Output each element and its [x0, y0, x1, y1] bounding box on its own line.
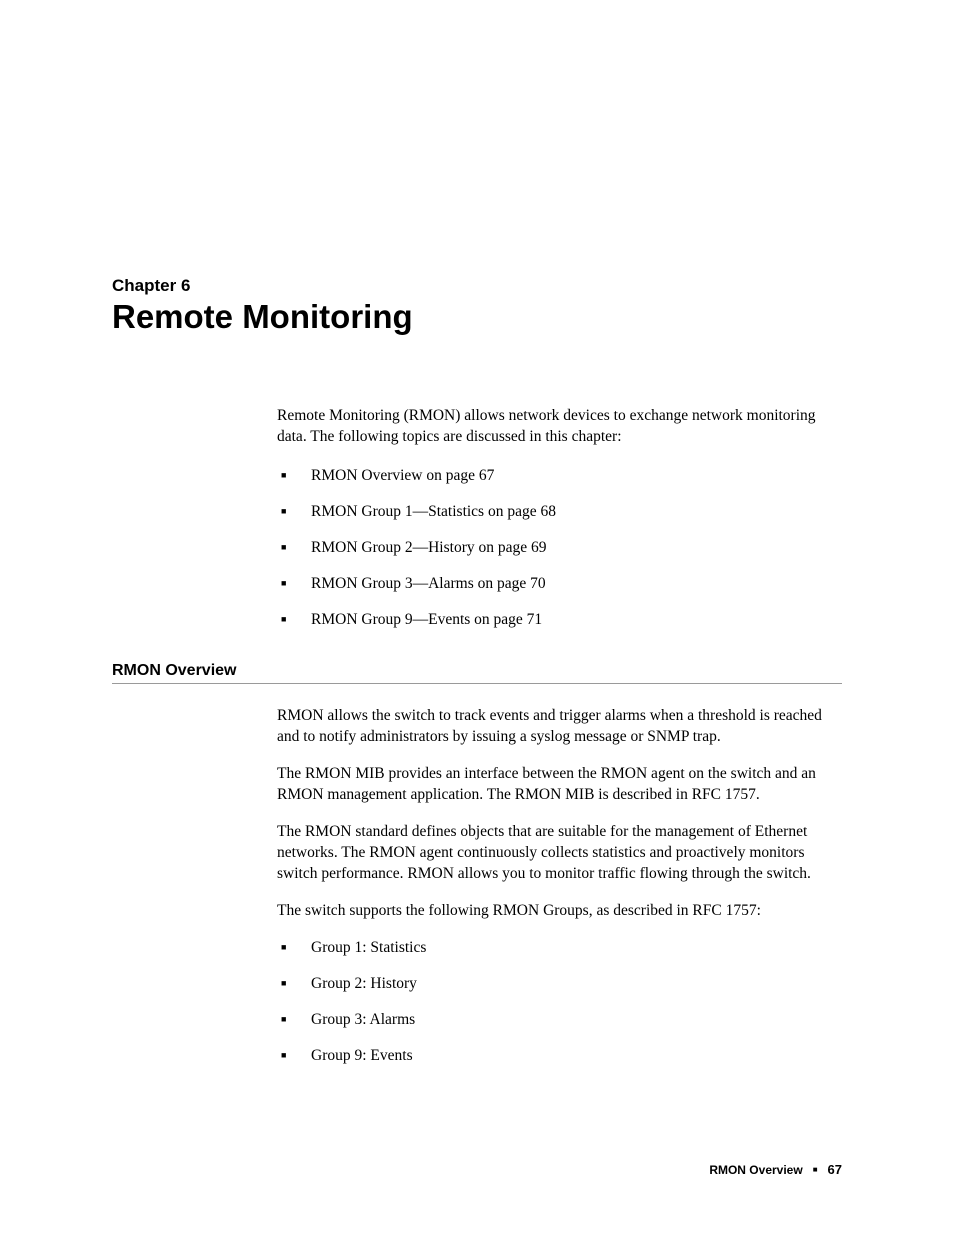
- page-content: Chapter 6 Remote Monitoring Remote Monit…: [112, 276, 842, 1099]
- section-rule: [112, 683, 842, 684]
- chapter-heading-block: Chapter 6 Remote Monitoring: [112, 276, 842, 336]
- group-item: Group 3: Alarms: [277, 1010, 842, 1031]
- section-paragraph: RMON allows the switch to track events a…: [277, 706, 842, 748]
- topic-item: RMON Group 3—Alarms on page 70: [277, 574, 842, 595]
- intro-block: Remote Monitoring (RMON) allows network …: [277, 406, 842, 630]
- section-body: RMON allows the switch to track events a…: [277, 706, 842, 1066]
- chapter-title: Remote Monitoring: [112, 298, 842, 336]
- section-paragraph: The switch supports the following RMON G…: [277, 901, 842, 922]
- section-heading: RMON Overview: [112, 662, 842, 680]
- topic-item: RMON Group 2—History on page 69: [277, 538, 842, 559]
- group-list: Group 1: Statistics Group 2: History Gro…: [277, 938, 842, 1067]
- section-header: RMON Overview: [112, 662, 842, 684]
- section-paragraph: The RMON MIB provides an interface betwe…: [277, 764, 842, 806]
- page-footer: RMON Overview ■ 67: [709, 1162, 842, 1177]
- group-item: Group 9: Events: [277, 1046, 842, 1067]
- chapter-label: Chapter 6: [112, 276, 842, 296]
- topic-item: RMON Group 1—Statistics on page 68: [277, 502, 842, 523]
- group-item: Group 2: History: [277, 974, 842, 995]
- topic-item: RMON Group 9—Events on page 71: [277, 610, 842, 631]
- footer-section-label: RMON Overview: [709, 1163, 802, 1177]
- group-item: Group 1: Statistics: [277, 938, 842, 959]
- page-number: 67: [828, 1162, 842, 1177]
- square-icon: ■: [813, 1165, 818, 1174]
- topic-list: RMON Overview on page 67 RMON Group 1—St…: [277, 466, 842, 631]
- intro-paragraph: Remote Monitoring (RMON) allows network …: [277, 406, 842, 448]
- section-paragraph: The RMON standard defines objects that a…: [277, 822, 842, 885]
- topic-item: RMON Overview on page 67: [277, 466, 842, 487]
